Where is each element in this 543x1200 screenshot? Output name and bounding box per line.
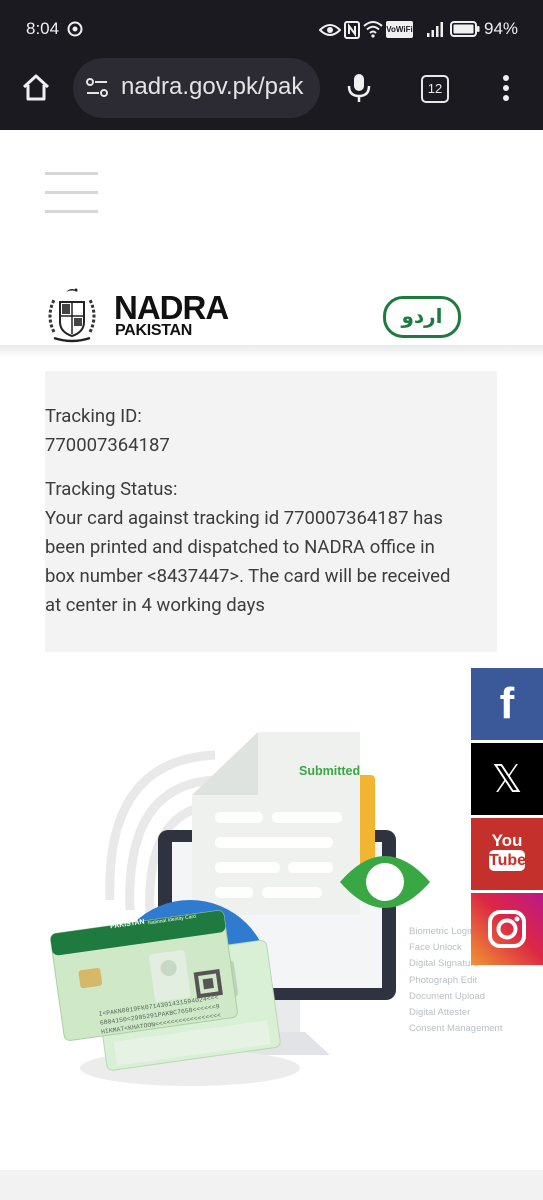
x-icon: 𝕏 — [491, 757, 523, 801]
tracking-status-line: Your card against tracking id 7700073641… — [45, 507, 443, 529]
youtube-button[interactable]: You Tube — [471, 818, 543, 890]
hamburger-line-1[interactable] — [45, 172, 98, 175]
hamburger-line-2[interactable] — [45, 191, 98, 194]
tracking-status-line: box number <8437447>. The card will be r… — [45, 565, 451, 587]
submitted-badge: Submitted — [299, 764, 361, 778]
tracking-id-label: Tracking ID: — [45, 405, 142, 427]
more-menu-icon[interactable] — [502, 74, 510, 106]
footer-strip — [0, 1170, 543, 1200]
brand-subtitle: PAKISTAN — [115, 322, 193, 339]
facebook-icon: f — [499, 679, 515, 728]
tracking-status-line: been printed and dispatched to NADRA off… — [45, 536, 435, 558]
instagram-icon — [488, 910, 526, 948]
wifi-status-icon — [363, 20, 383, 42]
battery-status-icon — [450, 21, 480, 41]
signal-status-icon — [426, 20, 444, 42]
feature-item: Digital Attester — [409, 1007, 471, 1019]
vowifi-status-icon: VoWiFi — [386, 21, 413, 38]
youtube-icon: You Tube — [489, 831, 527, 871]
tracking-result-card: Tracking ID: 770007364187 Tracking Statu… — [45, 371, 497, 652]
feature-item: Consent Management — [409, 1023, 503, 1035]
eye-status-icon — [318, 22, 342, 42]
pakistan-emblem-logo — [44, 286, 100, 350]
microphone-icon[interactable] — [346, 73, 372, 107]
feature-item: Document Upload — [409, 990, 486, 1002]
youtube-tube: Tube — [489, 850, 527, 871]
tracking-status-label: Tracking Status: — [45, 478, 178, 500]
tracking-id-value: 770007364187 — [45, 434, 170, 456]
battery-percent: 94% — [484, 19, 519, 38]
hamburger-line-3[interactable] — [45, 210, 98, 213]
chrome-status-icon — [67, 21, 83, 41]
tab-switcher-button[interactable]: 12 — [421, 75, 449, 103]
youtube-you: You — [491, 831, 523, 850]
tracking-status-line: at center in 4 working days — [45, 594, 265, 616]
url-text[interactable]: nadra.gov.pk/pak — [121, 73, 313, 101]
urdu-language-button[interactable]: اردو — [383, 296, 461, 338]
feature-item: Photograph Edit — [409, 974, 478, 986]
status-time: 8:04 — [26, 19, 60, 38]
facebook-button[interactable]: f — [471, 668, 543, 740]
services-illustration — [50, 732, 430, 1086]
site-settings-icon[interactable] — [85, 77, 109, 103]
home-icon[interactable] — [20, 72, 52, 108]
header-shadow — [0, 345, 543, 357]
x-twitter-button[interactable]: 𝕏 — [471, 743, 543, 815]
instagram-button[interactable] — [471, 893, 543, 965]
nfc-status-icon — [344, 21, 360, 43]
